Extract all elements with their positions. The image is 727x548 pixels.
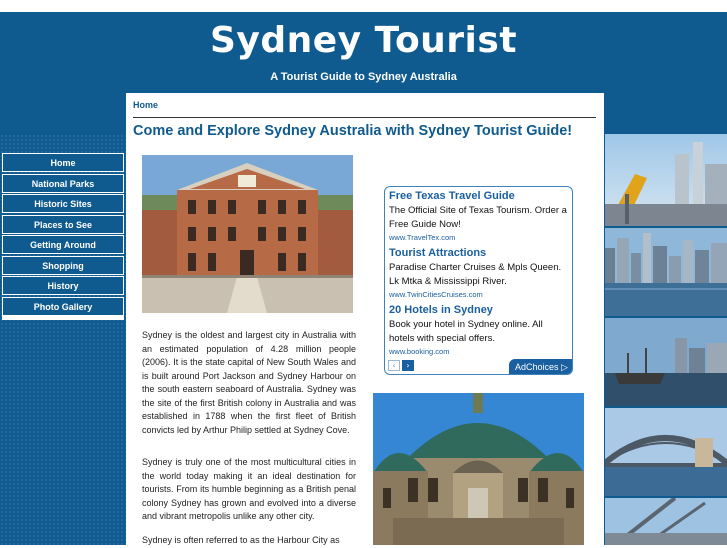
nav-item-home[interactable]: Home [2, 153, 124, 172]
ad-url-texas[interactable]: www.TravelTex.com [389, 233, 455, 242]
ad-panel: Free Texas Travel Guide The Official Sit… [384, 186, 573, 375]
photo-harbour-bridge [605, 408, 727, 498]
site-tagline: A Tourist Guide to Sydney Australia [270, 71, 457, 83]
chevron-left-icon[interactable]: ‹ [388, 360, 400, 371]
nav-item-historic-sites[interactable]: Historic Sites [2, 194, 124, 213]
ad-title-attractions[interactable]: Tourist Attractions [389, 247, 486, 259]
intro-paragraph: Sydney is the oldest and largest city in… [142, 330, 356, 435]
photo-harbour-boats [605, 318, 727, 408]
photo-hyde-park-barracks [142, 155, 353, 313]
harbour-city-paragraph: Sydney is often referred to as the Harbo… [142, 535, 340, 545]
nav-item-places-to-see[interactable]: Places to See [2, 214, 124, 234]
ad-desc-attractions: Paradise Charter Cruises & Mpls Queen. L… [389, 262, 562, 287]
ad-url-hotels[interactable]: www.booking.com [389, 347, 449, 356]
multicultural-paragraph: Sydney is truly one of the most multicul… [142, 457, 356, 521]
chevron-right-icon[interactable]: › [402, 360, 414, 371]
top-strip [0, 0, 727, 12]
photo-sydney-skyline-water [605, 228, 727, 318]
nav-item-photo-gallery[interactable]: Photo Gallery [2, 296, 124, 316]
photo-bridge-detail [605, 498, 727, 545]
main-nav: Home National Parks Historic Sites Place… [2, 153, 124, 317]
photo-darling-harbour-sculpture [605, 134, 727, 228]
site-title[interactable]: Sydney Tourist [0, 20, 727, 61]
ad-desc-hotels: Book your hotel in Sydney online. All ho… [389, 319, 543, 344]
page-heading: Come and Explore Sydney Australia with S… [133, 123, 573, 139]
ad-title-texas[interactable]: Free Texas Travel Guide [389, 190, 515, 202]
photo-qvb-dome [373, 393, 584, 545]
ad-url-attractions[interactable]: www.TwinCitiesCruises.com [389, 290, 483, 299]
nav-item-national-parks[interactable]: National Parks [2, 173, 124, 193]
nav-item-getting-around[interactable]: Getting Around [2, 235, 124, 254]
nav-divider [2, 316, 124, 320]
heading-divider [133, 117, 596, 118]
nav-item-shopping[interactable]: Shopping [2, 255, 124, 275]
breadcrumb-home[interactable]: Home [133, 100, 158, 110]
ad-title-hotels[interactable]: 20 Hotels in Sydney [389, 304, 493, 316]
ad-desc-texas: The Official Site of Texas Tourism. Orde… [389, 205, 567, 230]
nav-item-history[interactable]: History [2, 276, 124, 295]
adchoices-icon[interactable]: AdChoices ▷ [509, 359, 572, 374]
